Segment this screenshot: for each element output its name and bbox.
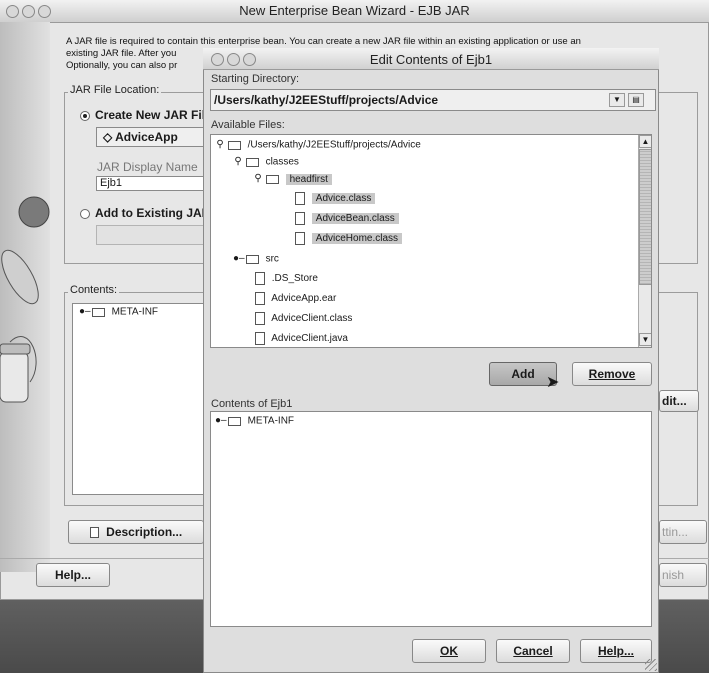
- add-existing-jar-label: Add to Existing JAR: [95, 206, 211, 220]
- description-button-label: Description...: [106, 525, 183, 539]
- contents-tree[interactable]: ●– META-INF: [72, 303, 204, 495]
- add-existing-jar-radio[interactable]: [80, 209, 90, 219]
- tree-row-headfirst[interactable]: ⚲ headfirst: [253, 169, 332, 189]
- contents-item-label: META-INF: [247, 415, 295, 427]
- chevron-down-icon[interactable]: ▼: [609, 93, 625, 107]
- starting-directory-label: Starting Directory:: [211, 73, 300, 85]
- file-icon: [295, 191, 305, 205]
- folder-icon: [91, 307, 105, 317]
- dialog-help-button[interactable]: Help...: [580, 639, 652, 663]
- file-icon: [255, 291, 265, 305]
- contents-of-ejb1-tree[interactable]: ●– META-INF: [210, 411, 652, 627]
- folder-icon: [245, 157, 259, 167]
- tree-row-adviceclient-class[interactable]: AdviceClient.class: [255, 309, 352, 329]
- ok-button-label: OK: [440, 644, 458, 658]
- intro-line-1: A JAR file is required to contain this e…: [66, 36, 581, 47]
- tree-row-label: classes: [265, 156, 299, 168]
- available-files-label: Available Files:: [211, 119, 285, 131]
- tree-row-advicebean-class[interactable]: AdviceBean.class: [295, 209, 399, 229]
- create-new-jar-radio[interactable]: [80, 111, 90, 121]
- file-icon: [295, 231, 305, 245]
- remove-button[interactable]: Remove: [572, 362, 652, 386]
- dialog-help-button-label: Help...: [597, 644, 634, 658]
- finish-button[interactable]: nish: [659, 563, 707, 587]
- starting-directory-value: /Users/kathy/J2EEStuff/projects/Advice: [214, 93, 439, 107]
- jar-location-group-right: [659, 92, 698, 264]
- expanded-handle-icon[interactable]: ⚲: [233, 152, 243, 172]
- cancel-button-label: Cancel: [513, 644, 553, 658]
- bean-jar-illustration-icon: [0, 196, 50, 403]
- tree-row-label: AdviceHome.class: [311, 233, 403, 244]
- wizard-sidebar-graphic: [0, 22, 50, 572]
- folder-icon: [227, 416, 241, 426]
- collapsed-handle-icon[interactable]: ●–: [233, 249, 245, 269]
- dialog-title: Edit Contents of Ejb1: [369, 52, 493, 67]
- jar-display-name-label: JAR Display Name: [97, 160, 198, 174]
- tree-row-advicehome-class[interactable]: AdviceHome.class: [295, 229, 403, 249]
- tree-row-label: Advice.class: [311, 193, 376, 204]
- cancel-button[interactable]: Cancel: [496, 639, 570, 663]
- jar-location-legend: JAR File Location:: [68, 84, 162, 96]
- wizard-help-button[interactable]: Help...: [36, 563, 110, 587]
- file-icon: [255, 331, 265, 345]
- contents-legend: Contents:: [68, 284, 120, 296]
- expand-handle-icon[interactable]: ●–: [79, 304, 91, 320]
- file-icon: [255, 311, 265, 325]
- tree-row-adviceclient-java[interactable]: AdviceClient.java: [255, 329, 348, 347]
- tree-row-label: /Users/kathy/J2EEStuff/projects/Advice: [247, 139, 421, 151]
- starting-directory-combo[interactable]: /Users/kathy/J2EEStuff/projects/Advice: [210, 89, 656, 111]
- contents-of-ejb1-label: Contents of Ejb1: [211, 398, 293, 410]
- contents-tree-row[interactable]: ●– META-INF: [73, 304, 203, 320]
- description-button[interactable]: Description...: [68, 520, 204, 544]
- folder-icon: [245, 254, 259, 264]
- scrollbar-thumb[interactable]: [639, 149, 651, 285]
- folder-icon: [227, 140, 241, 150]
- diamond-icon: ◇: [103, 130, 113, 144]
- file-icon: [255, 271, 265, 285]
- tree-row-ds-store[interactable]: .DS_Store: [255, 269, 318, 289]
- expanded-handle-icon[interactable]: ⚲: [215, 135, 225, 155]
- scroll-up-arrow-icon[interactable]: ▲: [639, 135, 651, 148]
- tree-row-label: AdviceClient.class: [271, 313, 353, 324]
- tree-row-label: AdviceClient.java: [271, 333, 348, 344]
- jar-display-name-field[interactable]: Ejb1: [96, 176, 204, 191]
- remove-button-label: Remove: [588, 367, 636, 381]
- existing-jar-combo[interactable]: [96, 225, 204, 245]
- wizard-title: New Enterprise Bean Wizard - EJB JAR: [239, 3, 470, 18]
- tree-row-advice-class[interactable]: Advice.class: [295, 189, 376, 209]
- contents-tree-row[interactable]: ●– META-INF: [211, 412, 651, 430]
- application-combo-value: AdviceApp: [115, 130, 178, 144]
- resize-grip-icon[interactable]: [645, 659, 657, 671]
- scroll-down-arrow-icon[interactable]: ▼: [639, 333, 651, 346]
- tree-row-src[interactable]: ●– src: [233, 249, 279, 269]
- tree-row-label: .DS_Store: [271, 273, 318, 284]
- tree-row-label: src: [265, 253, 279, 265]
- expanded-handle-icon[interactable]: ⚲: [253, 169, 263, 189]
- document-icon: [89, 527, 99, 539]
- create-new-jar-label: Create New JAR Fil: [95, 108, 206, 122]
- settings-button[interactable]: ttin...: [659, 520, 707, 544]
- mouse-pointer-icon: ➤: [546, 374, 560, 391]
- expand-handle-icon[interactable]: ●–: [215, 412, 227, 430]
- file-icon: [295, 211, 305, 225]
- ok-button[interactable]: OK: [412, 639, 486, 663]
- available-files-tree[interactable]: ⚲ /Users/kathy/J2EEStuff/projects/Advice…: [210, 134, 652, 348]
- folder-browse-icon[interactable]: ▤: [628, 93, 644, 107]
- folder-icon: [265, 174, 279, 184]
- tree-row-label: headfirst: [285, 173, 332, 185]
- application-combo[interactable]: ◇ AdviceApp: [96, 127, 204, 147]
- edit-contents-button[interactable]: dit...: [659, 390, 699, 412]
- tree-row-adviceapp-ear[interactable]: AdviceApp.ear: [255, 289, 336, 309]
- contents-item-label: META-INF: [111, 306, 159, 318]
- tree-row-label: AdviceApp.ear: [271, 293, 337, 304]
- tree-row-label: AdviceBean.class: [311, 213, 399, 224]
